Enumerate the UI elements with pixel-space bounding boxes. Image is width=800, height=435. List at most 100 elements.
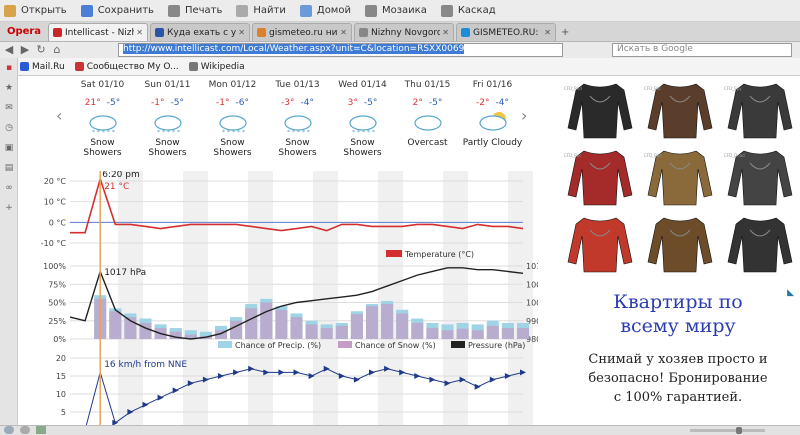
browser-tab[interactable]: GISMETEO.RU: П...✕ xyxy=(456,23,556,41)
y-tick-label: 100% xyxy=(43,262,66,271)
y2-tick-label: 1009 xyxy=(526,280,538,289)
svg-text:*: * xyxy=(112,129,115,136)
snow-bar xyxy=(486,325,499,339)
zoom-slider[interactable] xyxy=(690,429,765,432)
menu-item-label: Домой xyxy=(316,5,351,16)
close-tab-icon[interactable]: ✕ xyxy=(340,28,347,37)
turbo-icon[interactable] xyxy=(20,426,30,434)
bookmark-item[interactable]: Сообщество My O... xyxy=(74,62,179,72)
forecast-low: -4° xyxy=(495,98,509,108)
menu-item[interactable]: Сохранить xyxy=(80,4,154,17)
svg-text:*: * xyxy=(162,129,165,136)
shirt-product-image[interactable] xyxy=(567,150,633,206)
browser-tab[interactable]: Nizhny Novgorod...✕ xyxy=(354,23,454,41)
svg-text:*: * xyxy=(357,129,360,136)
shirt-product-image[interactable] xyxy=(647,150,713,206)
shirt-product-image[interactable] xyxy=(647,83,713,139)
save-icon xyxy=(80,4,93,17)
images-icon[interactable] xyxy=(36,426,46,434)
zoom-knob[interactable] xyxy=(736,427,742,434)
forecast-day[interactable]: Sun 01/11 -1° -5° * * * * * Snow Showers xyxy=(135,80,200,158)
cloud-icon xyxy=(408,110,448,136)
partly-cloudy-icon xyxy=(473,110,513,136)
forward-icon[interactable]: ▶ xyxy=(18,43,32,57)
forecast-day[interactable]: Sat 01/10 21° -5° * * * * * Snow Showers xyxy=(70,80,135,158)
next-days-arrow-icon[interactable]: › xyxy=(521,106,527,125)
browser-tab[interactable]: gismeteo.ru ниж...✕ xyxy=(252,23,352,41)
shirt-product-image[interactable] xyxy=(727,83,793,139)
shirt-product-image[interactable] xyxy=(647,217,713,273)
close-tab-icon[interactable]: ✕ xyxy=(136,28,143,37)
close-tab-icon[interactable]: ✕ xyxy=(442,28,449,37)
menu-item[interactable]: Домой xyxy=(299,4,351,17)
y-tick-label: 0 °C xyxy=(49,218,67,227)
close-tab-icon[interactable]: ✕ xyxy=(238,28,245,37)
forecast-day[interactable]: Fri 01/16 -2° -4° Partly Cloudy xyxy=(460,80,525,148)
chat-icon[interactable]: ▤ xyxy=(0,158,18,178)
bookmark-item[interactable]: Wikipedia xyxy=(188,62,245,72)
search-input[interactable]: Искать в Google xyxy=(612,43,792,57)
menu-item[interactable]: Найти xyxy=(236,4,286,17)
wind-direction-arrow xyxy=(218,373,224,379)
forecast-day[interactable]: Thu 01/15 2° -5° Overcast xyxy=(395,80,460,148)
forecast-temps: 21° -5° xyxy=(70,98,135,108)
shirt-product-image[interactable] xyxy=(567,83,633,139)
tab-title: gismeteo.ru ниж... xyxy=(269,27,338,38)
browser-tab[interactable]: Intellicast - Nizhn...✕ xyxy=(48,23,148,41)
ad-text: Снимай у хозяев просто и безопасно! Брон… xyxy=(556,350,800,407)
forecast-temps: 2° -5° xyxy=(395,98,460,108)
back-icon[interactable]: ◀ xyxy=(2,43,16,57)
wind-direction-arrow xyxy=(233,369,240,376)
advertisement[interactable]: CFD_Red CFD_Bat CFD_Spy CFD_Rec CFD_Ball CFD_… xyxy=(556,76,800,430)
shirt-product-image[interactable] xyxy=(567,217,633,273)
notes-icon[interactable]: ▣ xyxy=(0,138,18,158)
speed-dial-icon[interactable]: ▪ xyxy=(0,58,18,78)
wind-direction-arrow xyxy=(369,369,375,376)
opera-menu-button[interactable]: Opera xyxy=(0,22,48,41)
browser-tab[interactable]: Куда ехать с утра...✕ xyxy=(150,23,250,41)
forecast-day[interactable]: Wed 01/14 3° -5° * * * * * Snow Showers xyxy=(330,80,395,158)
menu-item[interactable]: Открыть xyxy=(4,4,67,17)
mail-icon[interactable]: ✉ xyxy=(0,98,18,118)
menu-item[interactable]: Печать xyxy=(167,4,223,17)
links-icon[interactable]: ∞ xyxy=(0,178,18,198)
y-tick-label: 20 xyxy=(56,354,66,363)
favicon-icon xyxy=(461,28,470,37)
wind-direction-arrow xyxy=(414,373,421,379)
snow-bar xyxy=(290,317,303,339)
forecast-day[interactable]: Mon 01/12 -1° -6° * * * * * Snow Showers xyxy=(200,80,265,158)
new-tab-button[interactable]: + xyxy=(561,27,575,41)
close-tab-icon[interactable]: ✕ xyxy=(544,28,551,37)
y-tick-label: 25% xyxy=(48,317,66,326)
snow-legend-swatch xyxy=(338,341,352,348)
menu-item-label: Печать xyxy=(184,5,223,16)
add-panel-icon[interactable]: + xyxy=(0,198,18,218)
menu-item[interactable]: Каскад xyxy=(440,4,496,17)
product-label: CFD_Ball xyxy=(644,153,662,158)
shirt-product-image[interactable] xyxy=(727,217,793,273)
shirt-product-image[interactable] xyxy=(727,150,793,206)
cloud-icon[interactable] xyxy=(4,426,14,434)
history-icon[interactable]: ◷ xyxy=(0,118,18,138)
menu-bar: Открыть Сохранить Печать Найти Домой Мозаика К… xyxy=(0,0,800,22)
prev-days-arrow-icon[interactable]: ‹ xyxy=(56,106,62,125)
bookmarks-star-icon[interactable]: ★ xyxy=(0,78,18,98)
product-label: CFD_Red xyxy=(564,86,582,91)
tab-strip: Opera Intellicast - Nizhn...✕Куда ехать … xyxy=(0,22,800,42)
forecast-high: -1° xyxy=(151,98,165,108)
url-input[interactable]: http://www.intellicast.com/Local/Weather… xyxy=(118,43,563,57)
svg-text:*: * xyxy=(237,129,240,136)
y-tick-label: 0% xyxy=(53,335,66,344)
home-icon[interactable]: ⌂ xyxy=(50,43,64,57)
ad-product-images[interactable]: CFD_Red CFD_Bat CFD_Spy CFD_Rec CFD_Ball CFD_… xyxy=(556,76,800,278)
menu-item[interactable]: Мозаика xyxy=(364,4,427,17)
temperature-legend-swatch xyxy=(386,250,402,257)
bookmark-item[interactable]: Mail.Ru xyxy=(20,62,65,72)
reload-icon[interactable]: ↻ xyxy=(34,43,48,57)
forecast-low: -5° xyxy=(170,98,184,108)
ad-title[interactable]: Квартиры по всему миру xyxy=(556,290,800,338)
y2-tick-label: 1000 xyxy=(526,299,538,308)
ad-text-line2: безопасно! Бронирование xyxy=(588,371,768,386)
forecast-high: 2° xyxy=(412,98,423,108)
forecast-day[interactable]: Tue 01/13 -3° -4° * * * * * Snow Showers xyxy=(265,80,330,158)
